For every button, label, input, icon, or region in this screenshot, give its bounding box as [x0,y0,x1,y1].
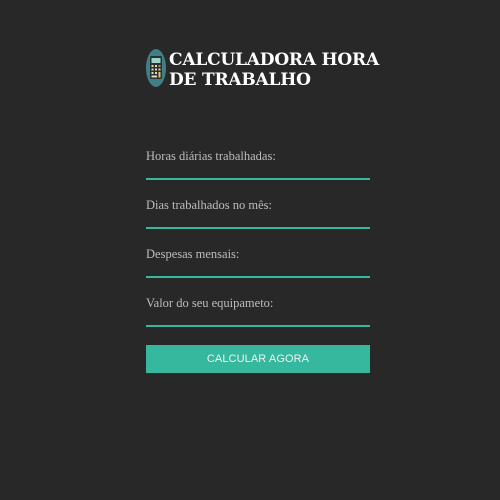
calculator-form: Horas diárias trabalhadas: Dias trabalha… [146,148,370,344]
title-line-1: CALCULADORA HORA [169,50,379,70]
valor-equipamento-input[interactable] [146,313,370,327]
field-valor-equipamento: Valor do seu equipameto: [146,295,370,344]
field-despesas-mensais: Despesas mensais: [146,246,370,295]
horas-diarias-input[interactable] [146,166,370,180]
valor-equipamento-label: Valor do seu equipameto: [146,296,274,310]
despesas-mensais-input[interactable] [146,264,370,278]
field-horas-diarias: Horas diárias trabalhadas: [146,148,370,197]
dias-trabalhados-input[interactable] [146,215,370,229]
header: CALCULADORA HORA DE TRABALHO [146,48,379,90]
horas-diarias-label: Horas diárias trabalhadas: [146,149,276,163]
dias-trabalhados-label: Dias trabalhados no mês: [146,198,273,212]
title-line-2: DE TRABALHO [169,70,311,90]
page: CALCULADORA HORA DE TRABALHO Horas diári… [0,0,500,500]
calculator-icon [146,49,166,87]
page-title: CALCULADORA HORA DE TRABALHO [169,50,379,90]
despesas-mensais-label: Despesas mensais: [146,247,240,261]
calcular-agora-button[interactable]: CALCULAR AGORA [146,345,370,373]
field-dias-trabalhados: Dias trabalhados no mês: [146,197,370,246]
